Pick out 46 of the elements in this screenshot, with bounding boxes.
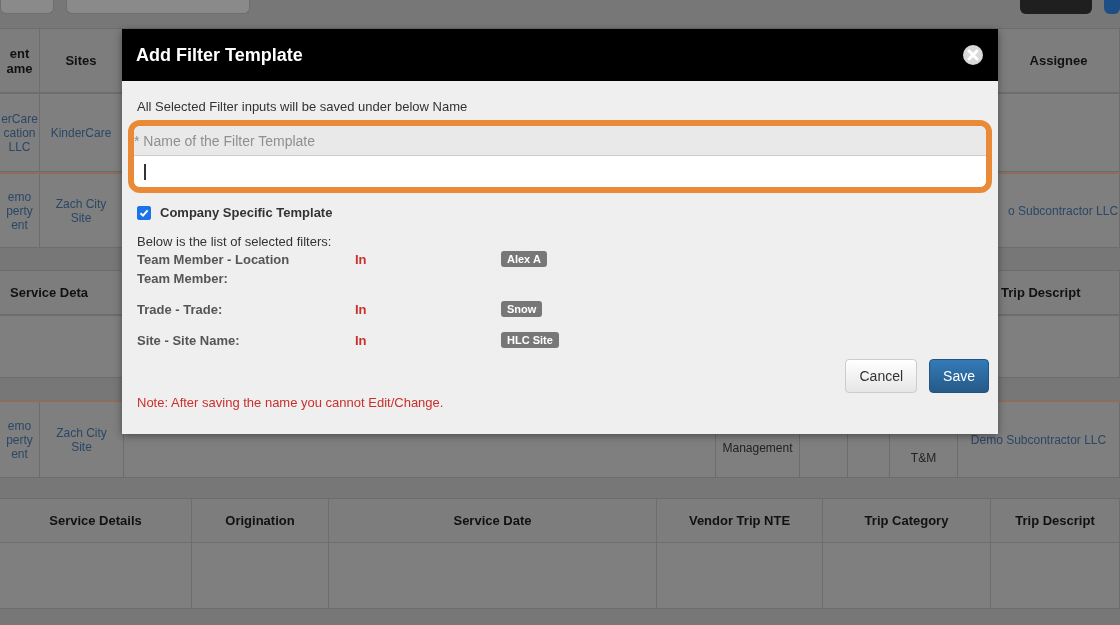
field-label: * Name of the Filter Template (134, 132, 316, 149)
column-header: Origination (225, 513, 295, 528)
table-cell: T&M (910, 451, 937, 465)
filter-label: Trade - Trade: (137, 301, 224, 319)
checkbox[interactable] (137, 205, 151, 220)
filters-heading: Below is the list of selected filters: (137, 234, 333, 249)
table-cell: Trip Descript (1001, 285, 1081, 300)
save-button[interactable]: Save (929, 359, 989, 393)
instruction-text: All Selected Filter inputs will be saved under below Name (137, 99, 469, 114)
table-cell: Service Deta (10, 285, 89, 300)
table-cell: KinderCare (50, 125, 112, 140)
column-header: Trip Category (864, 513, 949, 528)
toolbar-button[interactable] (66, 0, 250, 14)
dialog-title: Add Filter Template (136, 44, 303, 66)
column-header: Assignee (1029, 53, 1088, 68)
table-cell: Zach City Site (55, 196, 107, 225)
table-cell: Demo Subcontractor LLC (970, 432, 1107, 447)
column-header: Sites (65, 53, 97, 68)
checkbox-label: Company Specific Template (160, 205, 333, 220)
table-cell: emo perty ent (6, 418, 33, 461)
name-input-field[interactable] (134, 156, 986, 187)
column-header: Service Date (453, 513, 532, 528)
filter-value-badge: Snow (501, 301, 543, 317)
table-cell: emo perty ent (6, 189, 33, 232)
table-cell: Zach City Site (56, 425, 107, 454)
filter-label: Team Member - Location Team Member: (137, 251, 291, 288)
filter-value-badge: Alex A (501, 251, 547, 267)
filter-value-badge: HLC Site (501, 332, 559, 348)
filter-operator: In (355, 301, 368, 319)
filter-operator: In (355, 332, 368, 350)
column-header: Vendor Trip NTE (688, 513, 791, 528)
column-header: Service Details (49, 513, 142, 528)
more-button[interactable] (1020, 0, 1092, 14)
filter-label: Site - Site Name: (137, 332, 241, 350)
column-header: ent ame (6, 45, 33, 76)
close-icon[interactable] (962, 44, 984, 66)
table-cell: erCare cation LLC (1, 111, 38, 154)
cancel-button[interactable]: Cancel (845, 359, 918, 393)
table-cell: Management (722, 441, 793, 455)
toolbar-button[interactable] (0, 0, 54, 14)
filter-operator: In (355, 251, 368, 269)
warning-note: Note: After saving the name you cannot Edit/Change. (137, 395, 445, 410)
toolbar-button[interactable] (1104, 0, 1120, 14)
table-cell: o Subcontractor LLC (1008, 203, 1119, 218)
column-header: Trip Descript (1015, 513, 1095, 528)
text-cursor (144, 163, 146, 180)
